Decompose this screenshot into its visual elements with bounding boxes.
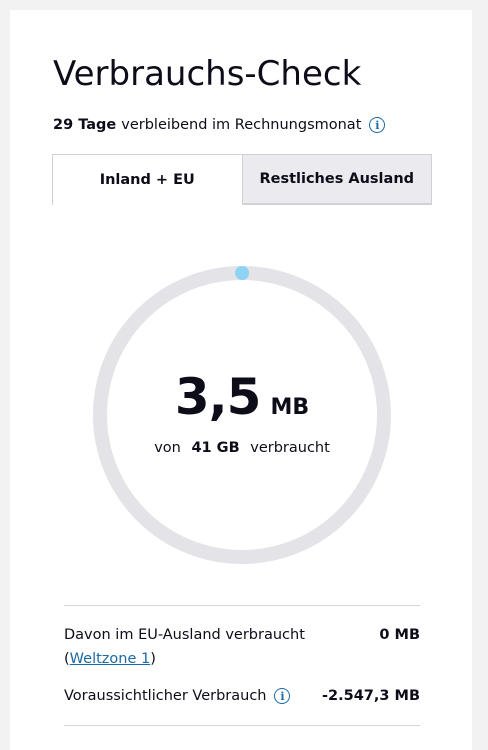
forecast-label: Voraussichtlicher Verbrauch — [64, 688, 267, 704]
usage-summary: 3,5 MB von 41 GB verbraucht — [92, 265, 392, 565]
eu-usage-value: 0 MB — [379, 627, 420, 643]
used-value: 3,5 — [174, 368, 262, 426]
forecast-label-wrap: Voraussichtlicher Verbrauch i — [64, 684, 291, 708]
info-icon[interactable]: i — [369, 117, 386, 133]
eu-usage-label: Davon im EU-Ausland verbraucht (Weltzone… — [64, 623, 379, 671]
usage-of-total: von 41 GB verbraucht — [154, 440, 330, 456]
of-suffix: verbraucht — [250, 440, 330, 456]
of-prefix: von — [154, 440, 181, 456]
used-amount: 3,5 MB — [175, 368, 309, 426]
eu-usage-row: Davon im EU-Ausland verbraucht (Weltzone… — [64, 623, 420, 671]
used-unit: MB — [270, 395, 310, 420]
eu-usage-label-suffix: ) — [150, 651, 156, 667]
usage-check-card: Verbrauchs-Check 29 Tage verbleibend im … — [10, 10, 472, 750]
remaining-text: verbleibend im Rechnungsmonat — [121, 117, 362, 133]
weltzone-link[interactable]: Weltzone 1 — [70, 651, 151, 667]
divider — [64, 725, 420, 726]
forecast-value: -2.547,3 MB — [321, 688, 420, 704]
info-icon[interactable]: i — [274, 688, 291, 704]
tab-inland-eu[interactable]: Inland + EU — [52, 154, 242, 205]
total-volume: 41 GB — [191, 440, 240, 456]
usage-ring: 3,5 MB von 41 GB verbraucht — [92, 265, 392, 565]
tab-rest-of-world[interactable]: Restliches Ausland — [241, 154, 432, 204]
remaining-days-line: 29 Tage verbleibend im Rechnungsmonat i — [53, 117, 386, 133]
forecast-row: Voraussichtlicher Verbrauch i -2.547,3 M… — [64, 684, 420, 708]
page-title: Verbrauchs-Check — [53, 54, 362, 94]
divider — [64, 605, 420, 606]
region-tabs: Inland + EU Restliches Ausland — [52, 154, 432, 205]
remaining-days: 29 Tage — [53, 117, 117, 133]
